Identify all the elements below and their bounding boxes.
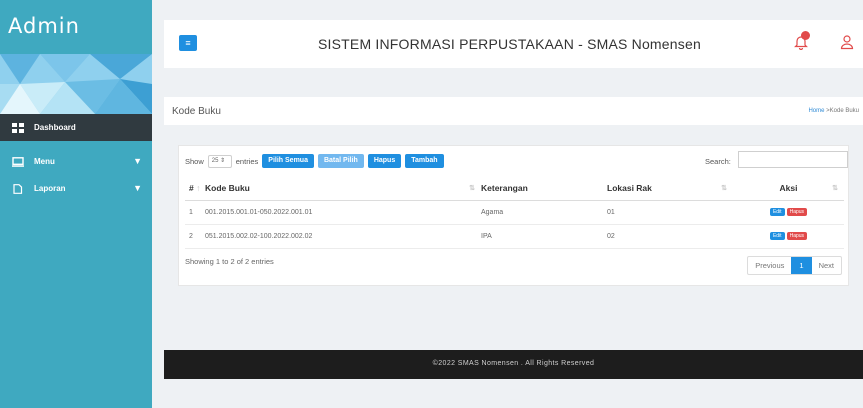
pagination-page-1[interactable]: 1 — [791, 257, 812, 274]
pagination: Previous 1 Next — [747, 256, 842, 275]
cell-kode: 051.2015.002.02-100.2022.002.02 — [205, 224, 481, 249]
footer-text: ©2022 SMAS Nomensen . All Rights Reserve… — [432, 360, 595, 367]
sort-icon: ⇅ — [832, 185, 838, 192]
kode-buku-table: # ↑ Kode Buku ⇅ Keterangan Lokasi Rak ⇅ Ak… — [185, 176, 844, 249]
pagination-next[interactable]: Next — [812, 257, 841, 274]
app-title: SISTEM INFORMASI PERPUSTAKAAN - SMAS Nom… — [318, 36, 701, 52]
document-icon — [12, 183, 24, 194]
cell-kode: 001.2015.001.01-050.2022.001.01 — [205, 200, 481, 225]
col-header-no[interactable]: # ↑ — [185, 176, 205, 201]
menu-toggle-button[interactable]: ≡ — [179, 35, 197, 51]
delete-selected-button[interactable]: Hapus — [367, 154, 402, 168]
cell-no: 1 — [185, 200, 205, 225]
table-controls: Show 25 ⇕ entries Pilih Semua Batal Pili… — [185, 152, 444, 170]
table-row: 1 001.2015.001.01-050.2022.001.01 Agama … — [185, 200, 844, 225]
sidebar: Admin Dashboard Menu ▼ Laporan ▼ — [0, 0, 152, 408]
footer: ©2022 SMAS Nomensen . All Rights Reserve… — [164, 350, 863, 379]
grid-icon — [12, 122, 24, 133]
cell-lokasi: 01 — [607, 200, 733, 225]
entries-label: entries — [235, 156, 259, 166]
entries-select[interactable]: 25 ⇕ — [207, 154, 232, 168]
cell-no: 2 — [185, 224, 205, 249]
breadcrumb-home-link[interactable]: Home — [808, 108, 824, 114]
user-icon[interactable] — [840, 34, 854, 50]
col-header-aksi[interactable]: Aksi ⇅ — [733, 176, 844, 201]
table-header-row: # ↑ Kode Buku ⇅ Keterangan Lokasi Rak ⇅ Ak… — [185, 176, 844, 201]
hamburger-icon: ≡ — [185, 38, 191, 48]
notification-badge — [801, 31, 810, 40]
table-row: 2 051.2015.002.02-100.2022.002.02 IPA 02… — [185, 224, 844, 249]
cell-keterangan: IPA — [481, 224, 607, 249]
search-input[interactable] — [738, 151, 848, 168]
monitor-icon — [12, 156, 24, 167]
sidebar-item-label: Menu — [34, 157, 55, 166]
top-navbar: ≡ SISTEM INFORMASI PERPUSTAKAAN - SMAS N… — [164, 20, 863, 68]
breadcrumb: Home >Kode Buku — [808, 108, 859, 114]
sidebar-item-label: Dashboard — [34, 123, 76, 132]
edit-button[interactable]: Edit — [769, 232, 785, 240]
delete-button[interactable]: Hapus — [786, 232, 808, 240]
delete-button[interactable]: Hapus — [786, 208, 808, 216]
select-all-button[interactable]: Pilih Semua — [262, 154, 314, 168]
edit-button[interactable]: Edit — [769, 208, 785, 216]
sidebar-item-laporan[interactable]: Laporan ▼ — [0, 175, 152, 202]
page-header: Kode Buku Home >Kode Buku — [164, 97, 863, 125]
breadcrumb-current: Kode Buku — [829, 108, 859, 114]
sort-icon: ⇅ — [721, 185, 727, 192]
sort-icon: ↑ — [196, 182, 201, 193]
cell-keterangan: Agama — [481, 200, 607, 225]
page-title: Kode Buku — [172, 106, 221, 117]
cell-lokasi: 02 — [607, 224, 733, 249]
sidebar-item-label: Laporan — [34, 184, 66, 193]
sidebar-item-menu[interactable]: Menu ▼ — [0, 148, 152, 175]
brand-title: Admin — [8, 14, 80, 38]
table-info: Showing 1 to 2 of 2 entries — [185, 257, 274, 266]
cell-aksi: Edit Hapus — [733, 200, 844, 225]
sort-icon: ⇅ — [469, 185, 475, 192]
cell-aksi: Edit Hapus — [733, 224, 844, 249]
col-header-kode[interactable]: Kode Buku ⇅ — [205, 176, 481, 201]
brand: Admin — [0, 0, 152, 54]
add-button[interactable]: Tambah — [405, 154, 444, 168]
chevron-down-icon: ▼ — [133, 183, 142, 193]
sidebar-item-dashboard[interactable]: Dashboard — [0, 114, 152, 141]
show-label: Show — [185, 156, 204, 166]
search-label: Search: — [705, 157, 731, 166]
chevron-down-icon: ▼ — [133, 156, 142, 166]
col-header-lokasi[interactable]: Lokasi Rak ⇅ — [607, 176, 733, 201]
table-card: Show 25 ⇕ entries Pilih Semua Batal Pili… — [178, 145, 849, 286]
deselect-button[interactable]: Batal Pilih — [317, 154, 364, 168]
col-header-keterangan[interactable]: Keterangan — [481, 176, 607, 201]
pagination-previous[interactable]: Previous — [748, 257, 791, 274]
banner-image — [0, 54, 152, 114]
